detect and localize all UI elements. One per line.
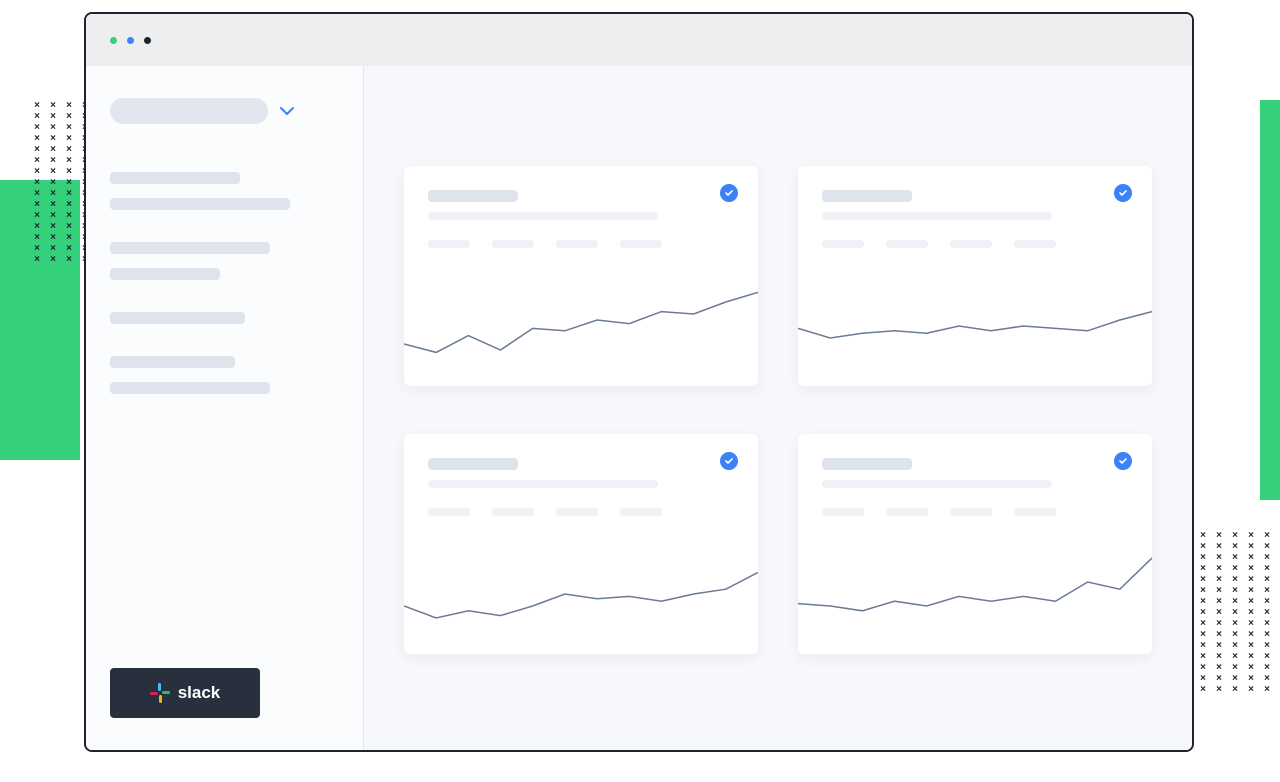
workspace-name-placeholder	[110, 98, 268, 124]
nav-group	[110, 312, 339, 324]
nav-group	[110, 172, 339, 210]
metric-placeholder	[492, 240, 534, 248]
app-window: slack	[84, 12, 1194, 752]
window-dot-dark	[144, 37, 151, 44]
card-title-placeholder	[822, 190, 912, 202]
metric-placeholder	[950, 240, 992, 248]
metric-placeholder	[556, 508, 598, 516]
card-metrics-row	[428, 240, 734, 248]
metric-placeholder	[556, 240, 598, 248]
card-title-placeholder	[822, 458, 912, 470]
metric-placeholder	[886, 508, 928, 516]
main-content	[364, 66, 1192, 750]
nav-group	[110, 242, 339, 280]
nav-item[interactable]	[110, 172, 240, 184]
card-subtitle-placeholder	[822, 480, 1052, 488]
check-icon	[1114, 452, 1132, 470]
metric-placeholder	[822, 508, 864, 516]
nav-item[interactable]	[110, 242, 270, 254]
card-subtitle-placeholder	[822, 212, 1052, 220]
nav-item[interactable]	[110, 382, 270, 394]
slack-button[interactable]: slack	[110, 668, 260, 718]
slack-label: slack	[178, 683, 221, 703]
slack-icon	[150, 683, 170, 703]
nav-group	[110, 356, 339, 394]
window-dot-blue	[127, 37, 134, 44]
metric-placeholder	[492, 508, 534, 516]
dashboard-card[interactable]	[404, 166, 758, 386]
check-icon	[1114, 184, 1132, 202]
metric-placeholder	[950, 508, 992, 516]
metric-placeholder	[620, 240, 662, 248]
card-metrics-row	[428, 508, 734, 516]
metric-placeholder	[620, 508, 662, 516]
card-sparkline	[404, 266, 758, 386]
card-sparkline	[798, 266, 1152, 386]
metric-placeholder	[428, 508, 470, 516]
check-icon	[720, 452, 738, 470]
dashboard-card[interactable]	[798, 434, 1152, 654]
card-title-placeholder	[428, 190, 518, 202]
metric-placeholder	[886, 240, 928, 248]
window-dot-green	[110, 37, 117, 44]
chevron-down-icon	[280, 103, 294, 119]
card-grid	[404, 166, 1152, 654]
metric-placeholder	[1014, 508, 1056, 516]
workspace-selector[interactable]	[110, 98, 339, 124]
decorative-green-stripe	[1260, 100, 1280, 500]
metric-placeholder	[822, 240, 864, 248]
card-metrics-row	[822, 508, 1128, 516]
metric-placeholder	[1014, 240, 1056, 248]
decorative-green-block	[0, 180, 80, 460]
nav-item[interactable]	[110, 356, 235, 368]
nav-item[interactable]	[110, 198, 290, 210]
card-subtitle-placeholder	[428, 480, 658, 488]
titlebar	[86, 14, 1192, 66]
card-title-placeholder	[428, 458, 518, 470]
sidebar: slack	[86, 66, 364, 750]
nav-item[interactable]	[110, 312, 245, 324]
check-icon	[720, 184, 738, 202]
card-sparkline	[404, 534, 758, 654]
dashboard-card[interactable]	[798, 166, 1152, 386]
card-sparkline	[798, 534, 1152, 654]
card-metrics-row	[822, 240, 1128, 248]
card-subtitle-placeholder	[428, 212, 658, 220]
nav-item[interactable]	[110, 268, 220, 280]
metric-placeholder	[428, 240, 470, 248]
dashboard-card[interactable]	[404, 434, 758, 654]
